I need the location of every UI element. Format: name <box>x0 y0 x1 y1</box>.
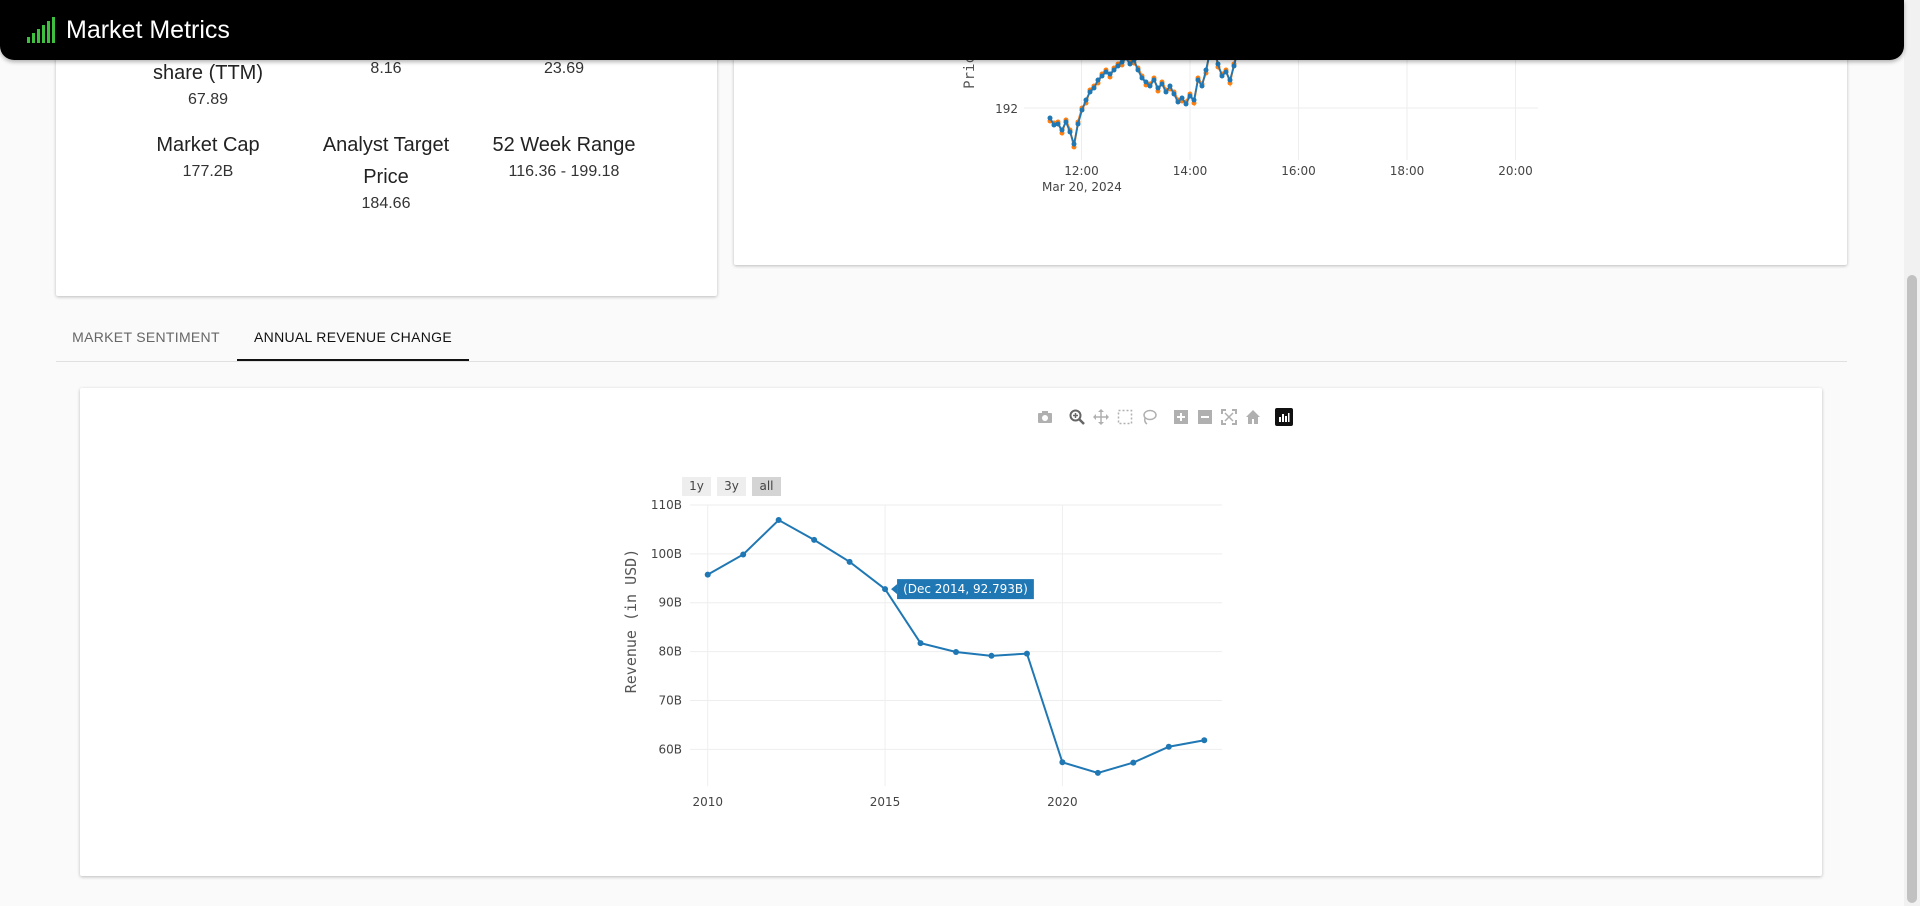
price-x-tick-label: 18:00 <box>1390 164 1425 178</box>
price-point-series-a <box>1091 85 1097 91</box>
price-point-series-a <box>1139 75 1145 81</box>
price-point-series-a <box>1231 63 1237 69</box>
price-point-series-a <box>1175 99 1181 105</box>
reset-axes-icon[interactable] <box>1243 408 1263 426</box>
price-point-series-a <box>1191 97 1197 103</box>
price-point-series-a <box>1167 83 1173 89</box>
price-point-series-a <box>1047 115 1053 121</box>
autoscale-icon[interactable] <box>1219 408 1239 426</box>
price-point-series-a <box>1151 77 1157 83</box>
metric-label-line2: Price <box>363 166 409 188</box>
price-point-series-a <box>1075 121 1081 127</box>
price-point-series-a <box>1159 81 1165 87</box>
price-point-series-a <box>1063 119 1069 125</box>
price-y-tick: 192 <box>995 102 1018 116</box>
range-button-1y[interactable]: 1y <box>682 477 711 496</box>
price-point-series-a <box>1059 127 1065 133</box>
pan-icon[interactable] <box>1091 408 1111 426</box>
metric-2: 8.16 <box>296 58 476 78</box>
price-point-series-a <box>1107 71 1113 77</box>
price-point-series-a <box>1143 79 1149 85</box>
price-x-tick-label: 14:00 <box>1173 164 1208 178</box>
zoom-in-icon[interactable] <box>1171 408 1191 426</box>
tab-annual-revenue-change[interactable]: ANNUAL REVENUE CHANGE <box>237 317 469 361</box>
metric-market-cap: Market Cap 177.2B <box>118 129 298 181</box>
signal-bars-icon <box>27 17 55 43</box>
metric-value: 67.89 <box>187 91 229 108</box>
price-point-series-a <box>1111 67 1117 73</box>
price-point-series-a <box>1179 95 1185 101</box>
metric-value: 8.16 <box>370 60 402 77</box>
price-point-series-a <box>1083 97 1089 103</box>
price-point-series-a <box>1067 129 1073 135</box>
range-button-all[interactable]: all <box>752 477 781 496</box>
price-point-series-a <box>1215 61 1221 67</box>
metric-analyst-target: Analyst Target Price 184.66 <box>296 129 476 213</box>
price-x-tick-label: 12:00 <box>1064 164 1099 178</box>
tab-market-sentiment[interactable]: MARKET SENTIMENT <box>56 317 236 361</box>
metric-value: 116.36 - 199.18 <box>508 163 620 180</box>
price-point-series-a <box>1219 73 1225 79</box>
price-point-series-a <box>1195 77 1201 83</box>
price-point-series-a <box>1171 91 1177 97</box>
zoom-icon[interactable] <box>1067 408 1087 426</box>
box-select-icon[interactable] <box>1115 408 1135 426</box>
metric-label: share (TTM) <box>153 62 263 84</box>
metric-eps: share (TTM) 67.89 <box>118 57 298 109</box>
app-title: Market Metrics <box>66 15 230 44</box>
zoom-out-icon[interactable] <box>1195 408 1215 426</box>
price-point-series-a <box>1187 93 1193 99</box>
metric-value: 184.66 <box>361 195 411 212</box>
metric-label: Market Cap <box>156 134 260 156</box>
price-point-series-a <box>1203 67 1209 73</box>
plotly-logo-icon[interactable] <box>1275 408 1293 426</box>
price-point-series-a <box>1223 69 1229 75</box>
range-button-3y[interactable]: 3y <box>717 477 746 496</box>
price-point-series-a <box>1055 121 1061 127</box>
lasso-icon[interactable] <box>1139 408 1159 426</box>
price-point-series-a <box>1099 73 1105 79</box>
price-point-series-a <box>1119 59 1125 65</box>
camera-icon[interactable] <box>1035 408 1055 426</box>
price-x-tick-label: 20:00 <box>1498 164 1533 178</box>
price-point-series-a <box>1087 89 1093 95</box>
metric-label-line1: Analyst Target <box>322 134 450 156</box>
metric-label: 52 Week Range <box>492 134 636 156</box>
price-date-label: Mar 20, 2024 <box>1042 180 1122 194</box>
price-point-series-a <box>1147 83 1153 89</box>
price-point-series-a <box>1183 101 1189 107</box>
price-point-series-a <box>1071 141 1077 147</box>
page-scrollbar[interactable] <box>1904 0 1920 906</box>
metric-value: 23.69 <box>543 60 585 77</box>
price-point-series-a <box>1127 61 1133 67</box>
price-x-tick-label: 16:00 <box>1281 164 1316 178</box>
metric-52-week-range: 52 Week Range 116.36 - 199.18 <box>474 129 654 181</box>
price-point-series-a <box>1163 89 1169 95</box>
price-x-ticks: 12:00 14:00 16:00 18:00 20:00 <box>1064 164 1533 178</box>
price-point-series-a <box>1095 77 1101 83</box>
price-point-series-a <box>1155 85 1161 91</box>
price-point-series-a <box>1079 107 1085 113</box>
metric-3: 23.69 <box>474 58 654 78</box>
revenue-chart-card <box>80 388 1822 876</box>
price-point-series-a <box>1227 77 1233 83</box>
price-point-series-a <box>1115 63 1121 69</box>
chart-modebar <box>1035 407 1297 427</box>
price-y-axis-label: Pric <box>962 55 978 89</box>
app-bar: Market Metrics <box>0 0 1904 60</box>
price-point-series-a <box>1199 83 1205 89</box>
metric-value: 177.2B <box>182 163 234 180</box>
price-point-series-a <box>1135 67 1141 73</box>
scrollbar-thumb[interactable] <box>1907 275 1917 903</box>
tab-bar: MARKET SENTIMENT ANNUAL REVENUE CHANGE <box>56 317 1847 362</box>
